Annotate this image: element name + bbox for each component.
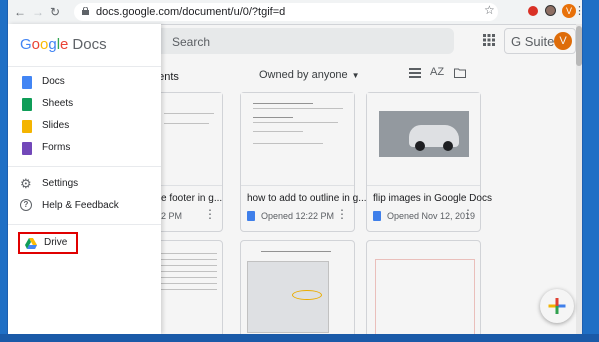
- navigation-drawer: Google Docs Docs Sheets Slides Forms ⚙ Se…: [8, 24, 161, 334]
- docs-wordmark: Docs: [72, 36, 107, 53]
- slides-icon: [22, 120, 32, 133]
- google-wordmark: Google: [20, 36, 69, 53]
- divider: [8, 66, 161, 67]
- address-bar[interactable]: docs.google.com/document/u/0/?tgif=d: [74, 3, 498, 21]
- drawer-overlay[interactable]: [161, 24, 582, 334]
- drawer-item-drive[interactable]: Drive: [18, 232, 78, 254]
- forward-icon[interactable]: →: [32, 4, 44, 20]
- help-icon: ?: [20, 199, 32, 211]
- browser-toolbar: ← → ↻ docs.google.com/document/u/0/?tgif…: [8, 0, 582, 25]
- drawer-item-label: Help & Feedback: [42, 200, 119, 211]
- extension-icon[interactable]: [545, 5, 556, 16]
- os-taskbar: [0, 334, 599, 342]
- browser-menu-icon[interactable]: ⋮: [574, 4, 582, 17]
- extension-icon[interactable]: [528, 6, 538, 16]
- drawer-item-docs[interactable]: Docs: [8, 72, 161, 94]
- drawer-item-slides[interactable]: Slides: [8, 116, 161, 138]
- divider: [8, 166, 161, 167]
- drawer-item-label: Sheets: [42, 98, 74, 109]
- drawer-item-label: Settings: [42, 178, 79, 189]
- google-drive-icon: [25, 238, 37, 249]
- forms-icon: [22, 142, 32, 155]
- drawer-item-help[interactable]: ? Help & Feedback: [8, 196, 161, 218]
- divider: [8, 224, 161, 225]
- sheets-icon: [22, 98, 32, 111]
- back-icon[interactable]: ←: [14, 4, 26, 20]
- lock-icon: [82, 7, 89, 15]
- reload-icon[interactable]: ↻: [50, 4, 60, 20]
- drawer-item-label: Drive: [44, 237, 68, 248]
- drawer-item-forms[interactable]: Forms: [8, 138, 161, 160]
- drawer-item-label: Forms: [42, 142, 71, 153]
- drawer-item-settings[interactable]: ⚙ Settings: [8, 174, 161, 196]
- url-text: docs.google.com/document/u/0/?tgif=d: [96, 6, 286, 18]
- browser-window: ← → ↻ docs.google.com/document/u/0/?tgif…: [8, 0, 582, 334]
- drawer-item-sheets[interactable]: Sheets: [8, 94, 161, 116]
- gear-icon: ⚙: [20, 176, 32, 191]
- app-logo[interactable]: Google Docs: [20, 36, 107, 53]
- drawer-item-label: Slides: [42, 120, 70, 131]
- bookmark-star-icon[interactable]: ☆: [484, 3, 495, 17]
- docs-icon: [22, 76, 32, 89]
- drawer-item-label: Docs: [42, 76, 65, 87]
